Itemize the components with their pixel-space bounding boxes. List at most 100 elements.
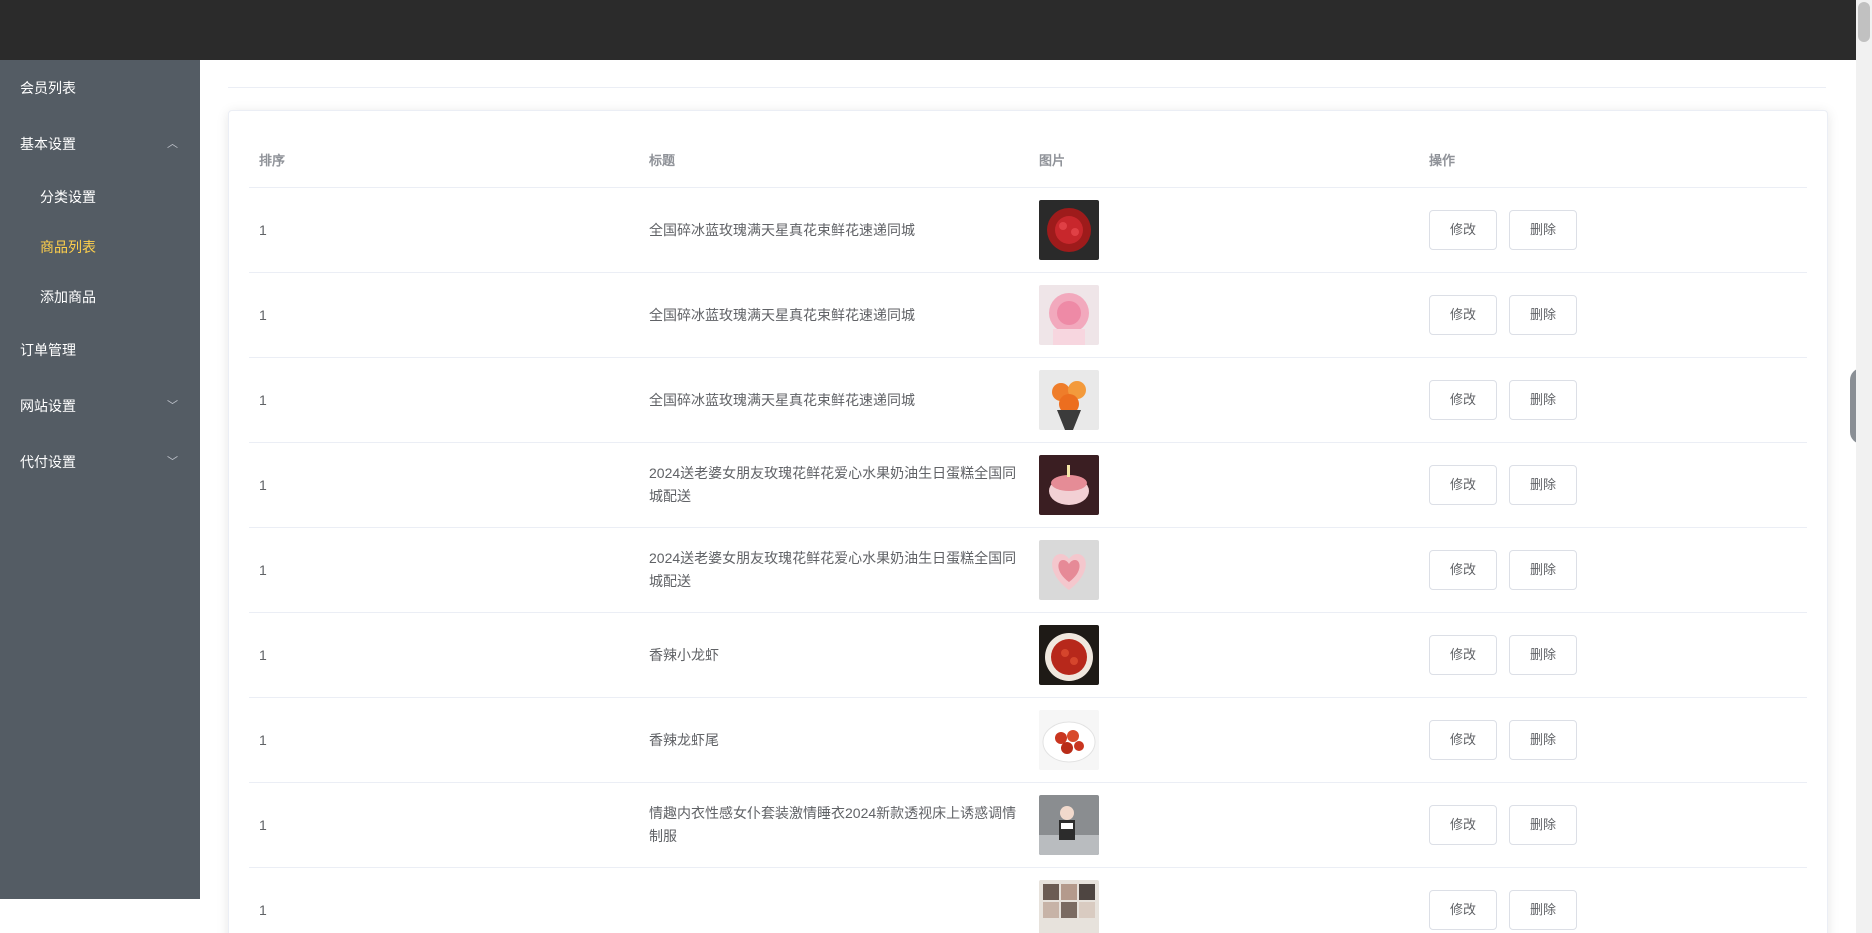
- sidebar-item-orders[interactable]: 订单管理: [0, 322, 200, 378]
- row-actions: 修改 删除: [1419, 867, 1807, 933]
- row-actions: 修改 删除: [1419, 527, 1807, 613]
- product-table: 排序 标题 图片 操作 1 全国碎冰蓝玫瑰满天星真花束鲜花速递同城 修改 删除 1 全国碎…: [249, 131, 1807, 933]
- main-content: 排序 标题 图片 操作 1 全国碎冰蓝玫瑰满天星真花束鲜花速递同城 修改 删除 1 全国碎…: [200, 60, 1856, 933]
- table-row: 1 香辣小龙虾 修改 删除: [249, 612, 1807, 698]
- row-sort: 1: [249, 527, 639, 613]
- table-row: 1 情趣内衣性感女仆套装激情睡衣2024新款透视床上诱惑调情制服 修改 删除: [249, 782, 1807, 868]
- row-title: 2024送老婆女朋友玫瑰花鲜花爱心水果奶油生日蛋糕全国同城配送: [639, 442, 1029, 528]
- sidebar-item-payment-settings[interactable]: 代付设置 ﹀: [0, 434, 200, 490]
- delete-button[interactable]: 删除: [1509, 380, 1578, 420]
- row-image-cell: [1029, 442, 1419, 528]
- chevron-down-icon: ﹀: [167, 456, 178, 468]
- column-header-action: 操作: [1419, 131, 1807, 188]
- row-sort: 1: [249, 272, 639, 358]
- delete-button[interactable]: 删除: [1509, 720, 1578, 760]
- edit-button[interactable]: 修改: [1429, 890, 1498, 930]
- row-actions: 修改 删除: [1419, 442, 1807, 528]
- column-header-image: 图片: [1029, 131, 1419, 188]
- product-thumbnail: [1039, 540, 1099, 600]
- delete-button[interactable]: 删除: [1509, 805, 1578, 845]
- sidebar-item-product-list[interactable]: 商品列表: [0, 222, 200, 272]
- table-row: 1 全国碎冰蓝玫瑰满天星真花束鲜花速递同城 修改 删除: [249, 187, 1807, 273]
- row-image-cell: [1029, 867, 1419, 933]
- top-header-bar: [0, 0, 1856, 60]
- sidebar-item-label: 网站设置: [20, 398, 76, 414]
- sidebar-item-label: 基本设置: [20, 136, 76, 152]
- row-title: 全国碎冰蓝玫瑰满天星真花束鲜花速递同城: [639, 187, 1029, 273]
- delete-button[interactable]: 删除: [1509, 465, 1578, 505]
- row-image-cell: [1029, 782, 1419, 868]
- edit-button[interactable]: 修改: [1429, 805, 1498, 845]
- product-thumbnail: [1039, 370, 1099, 430]
- sidebar-item-members[interactable]: 会员列表: [0, 60, 200, 116]
- column-header-title: 标题: [639, 131, 1029, 188]
- scrollbar-thumb[interactable]: [1858, 2, 1870, 42]
- product-thumbnail: [1039, 200, 1099, 260]
- row-actions: 修改 删除: [1419, 272, 1807, 358]
- sidebar-item-label: 代付设置: [20, 454, 76, 470]
- edit-button[interactable]: 修改: [1429, 635, 1498, 675]
- sidebar-item-basic-settings[interactable]: 基本设置 ︿: [0, 116, 200, 172]
- basic-settings-submenu: 分类设置 商品列表 添加商品: [0, 172, 201, 322]
- product-thumbnail: [1039, 710, 1099, 770]
- column-header-sort: 排序: [249, 131, 639, 188]
- product-thumbnail: [1039, 795, 1099, 855]
- product-thumbnail: [1039, 880, 1099, 933]
- chevron-down-icon: ﹀: [167, 400, 178, 412]
- sidebar-item-label: 会员列表: [20, 80, 76, 96]
- row-actions: 修改 删除: [1419, 187, 1807, 273]
- row-sort: 1: [249, 867, 639, 933]
- row-sort: 1: [249, 357, 639, 443]
- edit-button[interactable]: 修改: [1429, 550, 1498, 590]
- row-sort: 1: [249, 442, 639, 528]
- row-actions: 修改 删除: [1419, 782, 1807, 868]
- table-row: 1 全国碎冰蓝玫瑰满天星真花束鲜花速递同城 修改 删除: [249, 357, 1807, 443]
- sidebar-item-category-settings[interactable]: 分类设置: [0, 172, 200, 222]
- edit-button[interactable]: 修改: [1429, 295, 1498, 335]
- sidebar-menu: 会员列表 基本设置 ︿ 分类设置 商品列表 添加商品 订单管理 网站设置 ﹀ 代…: [0, 60, 201, 899]
- row-image-cell: [1029, 187, 1419, 273]
- row-title: 全国碎冰蓝玫瑰满天星真花束鲜花速递同城: [639, 357, 1029, 443]
- edit-button[interactable]: 修改: [1429, 380, 1498, 420]
- delete-button[interactable]: 删除: [1509, 890, 1578, 930]
- edit-button[interactable]: 修改: [1429, 720, 1498, 760]
- row-image-cell: [1029, 527, 1419, 613]
- product-thumbnail: [1039, 625, 1099, 685]
- row-actions: 修改 删除: [1419, 357, 1807, 443]
- delete-button[interactable]: 删除: [1509, 295, 1578, 335]
- sidebar-item-add-product[interactable]: 添加商品: [0, 272, 200, 322]
- row-title: [639, 867, 1029, 933]
- row-image-cell: [1029, 272, 1419, 358]
- delete-button[interactable]: 删除: [1509, 210, 1578, 250]
- table-row: 1 2024送老婆女朋友玫瑰花鲜花爱心水果奶油生日蛋糕全国同城配送 修改 删除: [249, 442, 1807, 528]
- sidebar-item-label: 订单管理: [20, 342, 76, 358]
- table-header-row: 排序 标题 图片 操作: [249, 131, 1807, 188]
- edit-button[interactable]: 修改: [1429, 465, 1498, 505]
- product-table-card: 排序 标题 图片 操作 1 全国碎冰蓝玫瑰满天星真花束鲜花速递同城 修改 删除 1 全国碎…: [228, 110, 1828, 933]
- row-sort: 1: [249, 697, 639, 783]
- page-divider: [228, 87, 1826, 88]
- sidebar-item-site-settings[interactable]: 网站设置 ﹀: [0, 378, 200, 434]
- row-image-cell: [1029, 357, 1419, 443]
- table-row: 1 修改 删除: [249, 867, 1807, 933]
- row-actions: 修改 删除: [1419, 612, 1807, 698]
- row-actions: 修改 删除: [1419, 697, 1807, 783]
- row-sort: 1: [249, 187, 639, 273]
- row-image-cell: [1029, 697, 1419, 783]
- row-title: 2024送老婆女朋友玫瑰花鲜花爱心水果奶油生日蛋糕全国同城配送: [639, 527, 1029, 613]
- table-row: 1 香辣龙虾尾 修改 删除: [249, 697, 1807, 783]
- edit-button[interactable]: 修改: [1429, 210, 1498, 250]
- row-sort: 1: [249, 612, 639, 698]
- row-title: 香辣龙虾尾: [639, 697, 1029, 783]
- row-title: 情趣内衣性感女仆套装激情睡衣2024新款透视床上诱惑调情制服: [639, 782, 1029, 868]
- table-row: 1 全国碎冰蓝玫瑰满天星真花束鲜花速递同城 修改 删除: [249, 272, 1807, 358]
- row-title: 香辣小龙虾: [639, 612, 1029, 698]
- delete-button[interactable]: 删除: [1509, 635, 1578, 675]
- product-thumbnail: [1039, 455, 1099, 515]
- delete-button[interactable]: 删除: [1509, 550, 1578, 590]
- table-row: 1 2024送老婆女朋友玫瑰花鲜花爱心水果奶油生日蛋糕全国同城配送 修改 删除: [249, 527, 1807, 613]
- page-scrollbar[interactable]: [1856, 0, 1872, 933]
- product-thumbnail: [1039, 285, 1099, 345]
- row-sort: 1: [249, 782, 639, 868]
- row-image-cell: [1029, 612, 1419, 698]
